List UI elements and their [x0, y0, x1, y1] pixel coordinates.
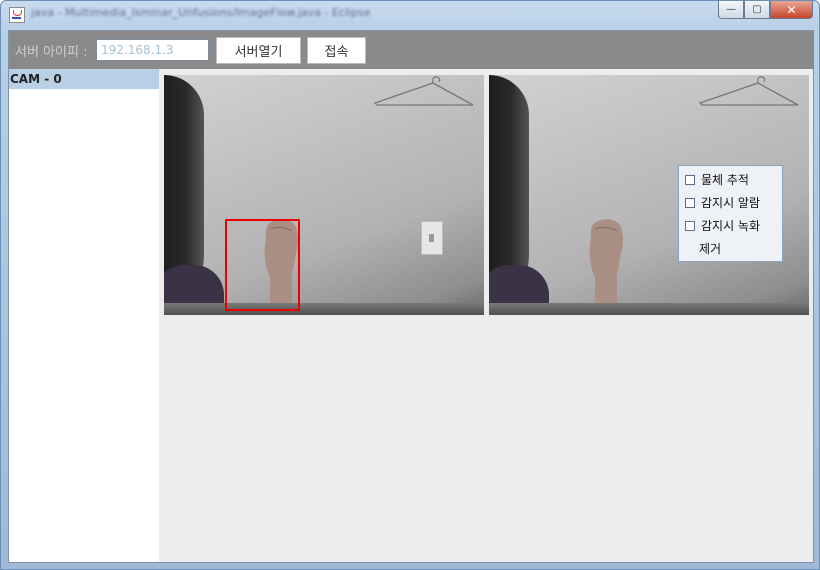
maximize-button[interactable]: ▢ [744, 1, 770, 19]
toolbar: 서버 아이피 : 서버열기 접속 [9, 31, 813, 69]
menu-item-label: 물체 추적 [701, 173, 749, 187]
checkbox-icon[interactable] [685, 174, 695, 185]
title-bar[interactable]: java - Multimedia_Isminar_Unfusions/Imag… [1, 1, 819, 27]
checkbox-icon[interactable] [685, 220, 695, 231]
camera-list: CAM - 0 [9, 69, 159, 562]
menu-item-object-tracking[interactable]: 물체 추적 [679, 168, 782, 191]
hanger-icon [373, 76, 474, 106]
window-controls: — ▢ ✕ [718, 1, 813, 20]
open-server-button[interactable]: 서버열기 [216, 37, 301, 64]
menu-item-alarm-on-detect[interactable]: 감지시 알람 [679, 191, 782, 214]
client-area: 서버 아이피 : 서버열기 접속 CAM - 0 [8, 30, 814, 563]
light-switch [421, 221, 443, 255]
floor [164, 303, 484, 315]
hand-fist-image [589, 219, 623, 315]
tracking-box [225, 219, 300, 311]
context-menu: 물체 추적 감지시 알람 감지시 녹화 제거 [678, 165, 783, 262]
menu-item-label: 감지시 녹화 [701, 219, 761, 233]
java-app-icon [9, 7, 25, 23]
menu-item-label: 감지시 알람 [701, 196, 761, 210]
minimize-button[interactable]: — [718, 1, 744, 19]
connect-button[interactable]: 접속 [307, 37, 366, 64]
server-ip-input[interactable] [96, 39, 209, 61]
window-title: java - Multimedia_Isminar_Unfusions/Imag… [31, 6, 371, 19]
checkbox-icon[interactable] [685, 197, 695, 208]
left-camera-feed[interactable] [164, 75, 484, 315]
server-ip-label: 서버 아이피 : [15, 45, 88, 60]
app-window: java - Multimedia_Isminar_Unfusions/Imag… [0, 0, 820, 570]
camera-list-item[interactable]: CAM - 0 [9, 69, 159, 89]
floor [489, 303, 809, 315]
menu-item-record-on-detect[interactable]: 감지시 녹화 [679, 214, 782, 237]
menu-item-remove[interactable]: 제거 [679, 237, 782, 260]
hanger-icon [698, 76, 799, 106]
close-button[interactable]: ✕ [770, 1, 813, 19]
